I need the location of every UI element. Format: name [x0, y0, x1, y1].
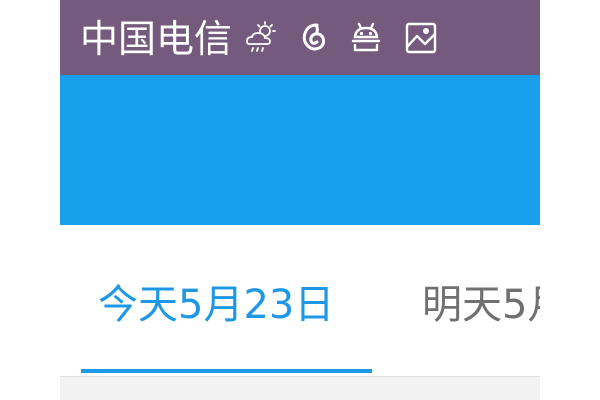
weather-cloud-rain-icon — [246, 21, 276, 52]
status-bar: 中国电信 — [60, 0, 540, 75]
app-screen: 中国电信 今天5月23日 明天5 — [60, 0, 540, 400]
android-icon — [351, 22, 381, 52]
netease-music-icon — [302, 23, 325, 51]
image-icon — [405, 22, 437, 54]
content-area — [60, 376, 540, 400]
header-banner — [60, 75, 540, 225]
tab-today[interactable]: 今天5月23日 — [98, 280, 334, 330]
tab-tomorrow[interactable]: 明天5月 — [422, 280, 540, 330]
carrier-name: 中国电信 — [80, 17, 233, 61]
date-tab-bar: 今天5月23日 明天5月 — [60, 225, 540, 376]
selected-tab-indicator — [81, 369, 372, 373]
